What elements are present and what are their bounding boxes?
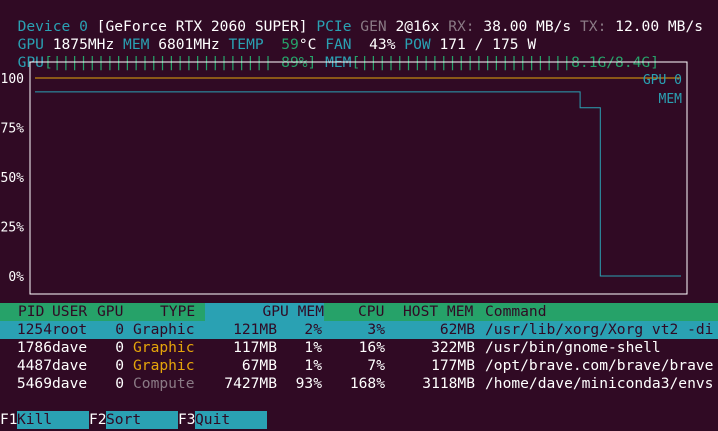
- clock-status-line: GPU 1875MHz MEM 6801MHz TEMP 59°C FAN 43…: [0, 18, 537, 53]
- fkey-f3[interactable]: F3: [178, 411, 196, 429]
- cell-cpu: 7%: [367, 357, 385, 374]
- cell-user: dave: [52, 375, 88, 392]
- usage-bars-line: GPU[||||||||||||||||||||||||| 89%] MEM[|…: [0, 36, 659, 71]
- function-key-bar: F1 Kill F2 Sort F3 Quit: [0, 411, 718, 429]
- y-tick-label: 75%: [1, 122, 25, 137]
- fkey-kill-button[interactable]: Kill: [17, 411, 89, 429]
- cell-pid: 4487: [16, 357, 52, 374]
- cell-gpu-mem: 67MB: [241, 357, 277, 374]
- cell-cpu: 168%: [349, 375, 385, 392]
- tx-value: 12.00 MB/s: [615, 18, 704, 35]
- cell-gpu: 0: [115, 375, 124, 392]
- header-type[interactable]: TYPE: [160, 303, 195, 321]
- cell-pid: 5469: [16, 375, 52, 392]
- cell-host-mem: 322MB: [431, 339, 475, 356]
- y-tick-label: 50%: [1, 171, 25, 186]
- y-tick-label: 25%: [1, 221, 25, 236]
- cell-gpu-mem: 7427MB: [224, 375, 277, 392]
- y-tick-label: 100: [1, 72, 24, 87]
- table-row[interactable]: 5469 dave 0 Compute 7427MB 93% 168% 3118MB/home…: [0, 375, 718, 393]
- utilization-chart: 100 75% 50% 25% 0% GPU 0 MEM: [1, 61, 688, 295]
- cell-command: /usr/lib/xorg/Xorg vt2 -di: [485, 321, 714, 338]
- fkey-quit-button[interactable]: Quit: [195, 411, 267, 429]
- cell-type: Graphic: [133, 339, 195, 356]
- header-cpu[interactable]: CPU: [358, 303, 384, 321]
- chart-frame: [29, 61, 688, 295]
- cell-type: Compute: [133, 375, 195, 392]
- cell-pid: 1254: [16, 321, 52, 338]
- cell-gpu-mem-pct: 1%: [304, 357, 322, 374]
- cell-command: /home/dave/miniconda3/envs: [485, 375, 714, 392]
- cell-gpu: 0: [115, 321, 124, 338]
- cell-host-mem: 3118MB: [422, 375, 475, 392]
- cell-user: root: [52, 321, 88, 338]
- header-host-mem[interactable]: HOST MEM: [403, 303, 473, 321]
- process-table-header[interactable]: PID USER GPU TYPE GPU MEM CPU HOST MEM C…: [0, 303, 718, 321]
- cell-gpu: 0: [115, 339, 124, 356]
- cell-host-mem: 177MB: [431, 357, 475, 374]
- header-gpu-mem[interactable]: GPU MEM: [205, 303, 324, 321]
- header-command[interactable]: Command: [485, 303, 547, 321]
- cell-host-mem: 62MB: [439, 321, 475, 338]
- cell-user: dave: [52, 357, 88, 374]
- cell-command: /opt/brave.com/brave/brave: [485, 357, 714, 374]
- cell-cpu: 3%: [367, 321, 385, 338]
- cell-type: Graphic: [133, 357, 195, 374]
- fkey-f1[interactable]: F1: [0, 411, 18, 429]
- cell-gpu-mem-pct: 1%: [304, 339, 322, 356]
- cell-cpu: 16%: [358, 339, 385, 356]
- y-tick-label: 0%: [8, 270, 24, 285]
- device-status-line: Device 0 [GeForce RTX 2060 SUPER] PCIe G…: [0, 0, 703, 35]
- cell-user: dave: [52, 339, 88, 356]
- table-row[interactable]: 1254 root 0 Graphic 121MB 2% 3% 62MB/usr/lib/xo…: [0, 321, 718, 339]
- legend-label-0: GPU 0: [643, 73, 682, 88]
- cell-gpu: 0: [115, 357, 124, 374]
- series-line-1: [35, 91, 681, 277]
- legend-label-1: MEM: [659, 92, 683, 107]
- cell-command: /usr/bin/gnome-shell: [485, 339, 661, 356]
- table-row[interactable]: 4487 dave 0 Graphic 67MB 1% 7% 177MB/opt/brave.…: [0, 357, 718, 375]
- cell-gpu-mem-pct: 2%: [304, 321, 322, 338]
- fkey-sort-button[interactable]: Sort: [106, 411, 178, 429]
- tx-label: TX:: [580, 18, 607, 35]
- cell-gpu-mem: 121MB: [233, 321, 277, 338]
- header-gpu[interactable]: GPU: [97, 303, 123, 321]
- fkey-f2[interactable]: F2: [89, 411, 107, 429]
- cell-type: Graphic: [133, 321, 195, 338]
- table-row[interactable]: 1786 dave 0 Graphic 117MB 1% 16% 322MB/usr/bin/…: [0, 339, 718, 357]
- cell-pid: 1786: [16, 339, 52, 356]
- header-user[interactable]: USER: [52, 303, 87, 321]
- cell-gpu-mem-pct: 93%: [295, 375, 322, 392]
- header-pid[interactable]: PID: [18, 303, 44, 321]
- cell-gpu-mem: 117MB: [233, 339, 277, 356]
